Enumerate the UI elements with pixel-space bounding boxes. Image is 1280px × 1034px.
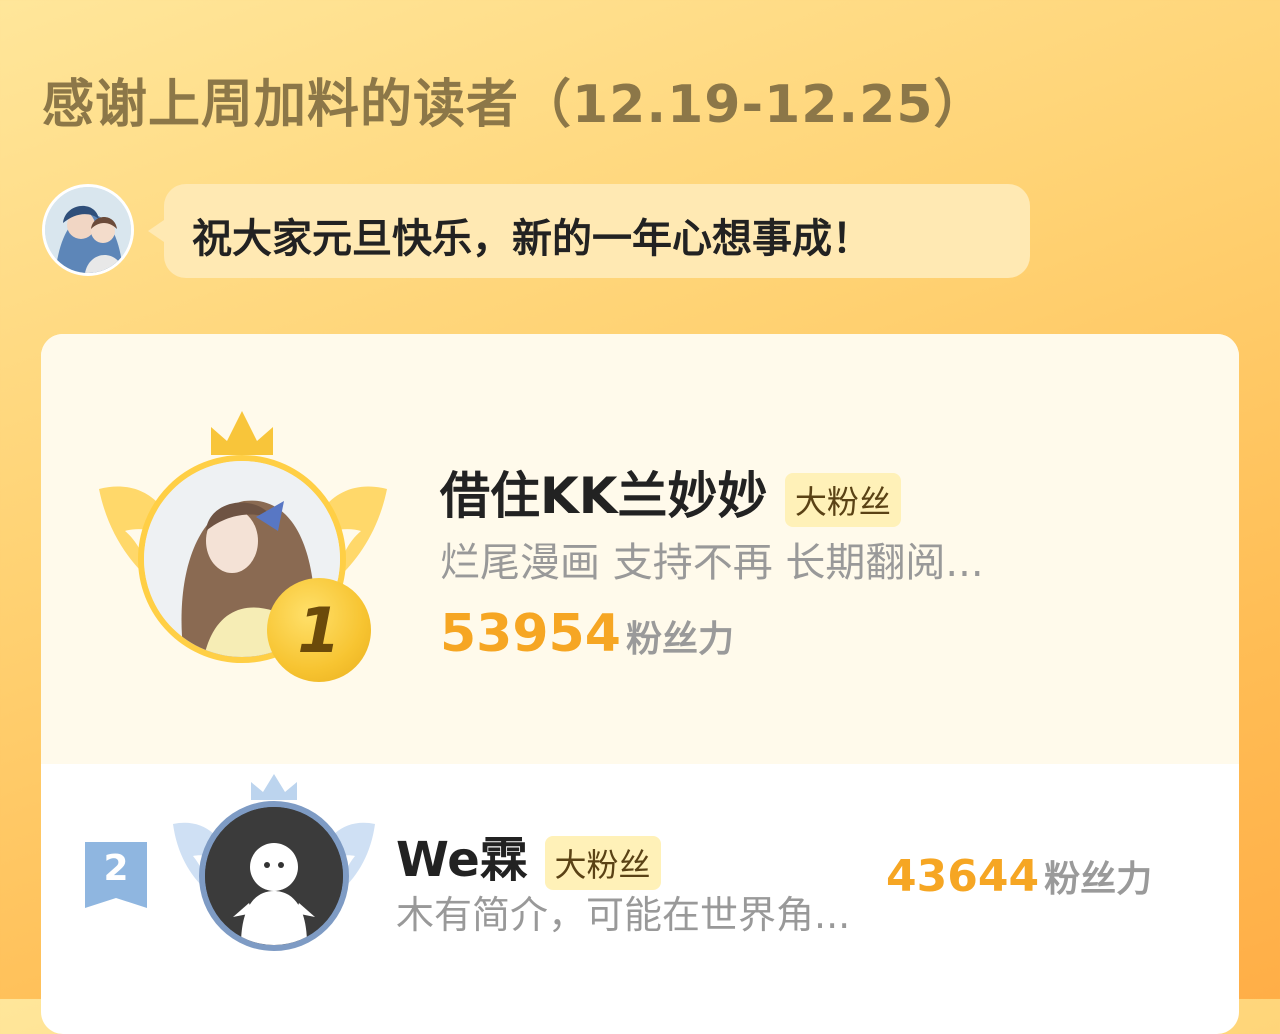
fan-power-label: 粉丝力 bbox=[626, 619, 735, 660]
author-message-text: 祝大家元旦快乐，新的一年心想事成！ bbox=[192, 216, 872, 262]
fan-level-badge: 大粉丝 bbox=[784, 472, 901, 527]
rank-number: 2 bbox=[103, 848, 129, 889]
avatar[interactable] bbox=[199, 801, 349, 951]
rank-2-entry[interactable]: 2 We霖 大粉丝 木有简介，可能在世界角... 43644 粉丝力 bbox=[41, 764, 1239, 1004]
fan-power-score: 53954 bbox=[440, 604, 621, 664]
user-name[interactable]: We霖 bbox=[396, 832, 528, 888]
user-description: 木有简介，可能在世界角... bbox=[396, 893, 851, 937]
author-avatar[interactable] bbox=[42, 184, 134, 276]
rank-1-entry[interactable]: 1 借住KK兰妙妙 大粉丝 烂尾漫画 支持不再 长期翻阅... 53954 粉丝… bbox=[41, 334, 1239, 764]
fan-ranking-board: 1 借住KK兰妙妙 大粉丝 烂尾漫画 支持不再 长期翻阅... 53954 粉丝… bbox=[41, 334, 1239, 1034]
user-name[interactable]: 借住KK兰妙妙 bbox=[440, 467, 768, 525]
fan-level-badge: 大粉丝 bbox=[544, 836, 661, 890]
fan-power-score: 43644 bbox=[886, 851, 1040, 902]
user-description: 烂尾漫画 支持不再 长期翻阅... bbox=[440, 540, 984, 586]
author-message-bubble: 祝大家元旦快乐，新的一年心想事成！ bbox=[148, 184, 1030, 278]
rank-number: 1 bbox=[297, 593, 341, 667]
fan-power-label: 粉丝力 bbox=[1044, 859, 1153, 900]
page-title: 感谢上周加料的读者（12.19-12.25） bbox=[42, 75, 987, 135]
rank-1-medal: 1 bbox=[267, 578, 371, 682]
